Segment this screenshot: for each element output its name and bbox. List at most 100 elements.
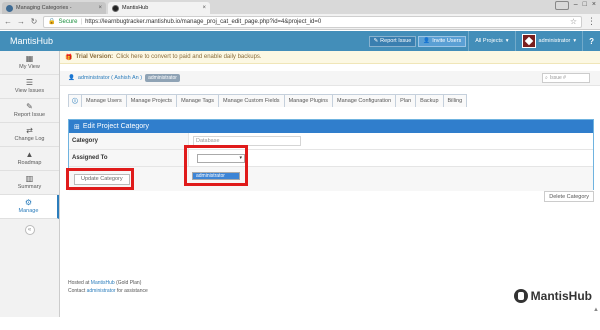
hosted-suffix: (Gold Plan) [116, 280, 142, 286]
avatar [521, 34, 536, 48]
browser-tab-bar: Managing Categories - × MantisHub × – □ … [0, 0, 600, 14]
user-icon: 👤 [68, 75, 75, 81]
tab-backup[interactable]: Backup [415, 94, 444, 107]
contact-suffix: for assistance [116, 288, 148, 294]
sidebar-item-roadmap[interactable]: ▲ Roadmap [0, 147, 59, 171]
minimize-icon[interactable]: – [574, 1, 578, 10]
sidebar-item-my-view[interactable]: ▦ My View [0, 51, 59, 75]
tab-plan[interactable]: Plan [395, 94, 417, 107]
user-plus-icon: 👤 [423, 38, 431, 44]
back-icon[interactable]: ← [4, 17, 12, 26]
browser-tab-label: Managing Categories - [16, 5, 72, 11]
chevron-down-icon: ▾ [505, 38, 509, 44]
url-separator: | [80, 18, 83, 25]
gears-icon: ⚙ [24, 198, 33, 207]
close-window-icon[interactable]: × [592, 1, 596, 10]
profile-icon[interactable] [554, 1, 569, 10]
brand-title[interactable]: MantisHub [0, 36, 200, 46]
help-button[interactable]: ? [582, 31, 600, 51]
issue-search-input[interactable]: ⌕ Issue # [542, 73, 590, 83]
browser-tab-managing-categories[interactable]: Managing Categories - × [2, 2, 106, 14]
highlight-assigned-dropdown [184, 145, 248, 186]
form-footer: Update Category [69, 167, 593, 191]
manage-tabs: ⓘ Manage Users Manage Projects Manage Ta… [68, 94, 468, 107]
panel-header: ⊞ Edit Project Category [69, 120, 593, 133]
search-icon: ⌕ [545, 75, 548, 81]
sidebar-item-label: Summary [17, 184, 42, 190]
url-field[interactable]: 🔒 Secure | https://learnbugtracker.manti… [43, 15, 582, 28]
sitemap-icon: ⊞ [74, 123, 80, 131]
user-menu[interactable]: administrator ▾ [514, 31, 583, 51]
reload-icon[interactable]: ↻ [30, 17, 38, 26]
trial-upgrade-link[interactable]: Click here to convert to paid and enable… [116, 54, 261, 60]
lock-icon: 🔒 [48, 19, 56, 25]
logo-text: MantisHub [530, 289, 592, 303]
dashboard-icon: ▦ [25, 54, 34, 63]
browser-menu-icon[interactable]: ⋮ [587, 16, 596, 27]
sidebar-item-summary[interactable]: ▥ Summary [0, 171, 59, 195]
close-icon[interactable]: × [98, 5, 102, 11]
invite-users-label: Invite Users [432, 38, 462, 44]
sidebar-item-label: View Issues [14, 88, 45, 94]
breadcrumb-user[interactable]: administrator ( Ashish An ) [78, 75, 142, 81]
tab-manage-tags[interactable]: Manage Tags [176, 94, 219, 107]
secure-label: Secure [58, 18, 78, 25]
tab-billing[interactable]: Billing [442, 94, 468, 107]
sidebar-item-change-log[interactable]: ⇄ Change Log [0, 123, 59, 147]
app-navbar: MantisHub ✎ Report Issue 👤 Invite Users … [0, 31, 600, 51]
tab-manage-plugins[interactable]: Manage Plugins [283, 94, 334, 107]
tab-manage-custom-fields[interactable]: Manage Custom Fields [218, 94, 285, 107]
close-icon[interactable]: × [202, 5, 206, 11]
scroll-up-icon[interactable]: ▲ [593, 307, 599, 313]
user-name: administrator [538, 38, 571, 44]
all-projects-label: All Projects [475, 38, 503, 44]
mantishub-logo: MantisHub [513, 289, 592, 303]
trial-banner: 🎁 Trial Version: Click here to convert t… [60, 51, 600, 64]
sidebar-item-label: Roadmap [17, 160, 42, 166]
edit-icon: ✎ [26, 102, 33, 111]
assigned-to-row: Assigned To ▾ [69, 150, 593, 167]
administrator-link[interactable]: administrator [87, 288, 116, 294]
edit-icon: ✎ [373, 38, 379, 44]
highlight-update-button [66, 168, 134, 190]
sidebar-item-label: Report Issue [13, 112, 46, 118]
contact-line: Contact administrator for assistance [68, 287, 148, 295]
list-icon: ☰ [25, 78, 34, 87]
sidebar-item-label: Manage [18, 208, 39, 214]
search-placeholder: Issue # [549, 75, 566, 81]
breadcrumb: 👤 administrator ( Ashish An ) administra… [60, 71, 600, 86]
sidebar-collapse-button[interactable]: « [24, 225, 35, 235]
role-badge: administrator [145, 74, 180, 82]
sidebar-item-view-issues[interactable]: ☰ View Issues [0, 75, 59, 99]
tab-manage-configuration[interactable]: Manage Configuration [332, 94, 397, 107]
category-row: Category Database [69, 133, 593, 150]
browser-tab-mantishub[interactable]: MantisHub × [108, 2, 210, 14]
tab-info[interactable]: ⓘ [68, 94, 82, 107]
retweet-icon: ⇄ [26, 126, 33, 135]
category-label: Category [69, 133, 189, 149]
maximize-icon[interactable]: □ [583, 1, 587, 10]
hosted-line: Hosted at MantisHub (Gold Plan) [68, 279, 148, 287]
sidebar: ▦ My View ☰ View Issues ✎ Report Issue ⇄… [0, 51, 60, 317]
forward-icon[interactable]: → [17, 17, 25, 26]
report-issue-button[interactable]: ✎ Report Issue [368, 35, 417, 47]
info-icon: ⓘ [72, 99, 78, 105]
sidebar-item-manage[interactable]: ⚙ Manage [0, 195, 59, 219]
star-icon[interactable]: ☆ [570, 17, 577, 26]
chevron-down-icon: ▾ [573, 38, 577, 44]
contact-prefix: Contact [68, 288, 86, 294]
assigned-to-label: Assigned To [69, 150, 189, 166]
bar-chart-icon: ▥ [25, 174, 34, 183]
gift-icon: 🎁 [65, 54, 73, 61]
sidebar-item-label: Change Log [14, 136, 45, 142]
delete-category-button[interactable]: Delete Category [544, 191, 594, 202]
sidebar-item-report-issue[interactable]: ✎ Report Issue [0, 99, 59, 123]
trial-label: Trial Version: [75, 54, 114, 60]
all-projects-dropdown[interactable]: All Projects ▾ [468, 31, 514, 51]
tab-manage-projects[interactable]: Manage Projects [125, 94, 178, 107]
invite-users-button[interactable]: 👤 Invite Users [418, 35, 467, 47]
road-icon: ▲ [25, 150, 34, 159]
window-controls: – □ × [554, 1, 596, 10]
mantishub-link[interactable]: MantisHub [91, 280, 115, 286]
tab-manage-users[interactable]: Manage Users [81, 94, 127, 107]
